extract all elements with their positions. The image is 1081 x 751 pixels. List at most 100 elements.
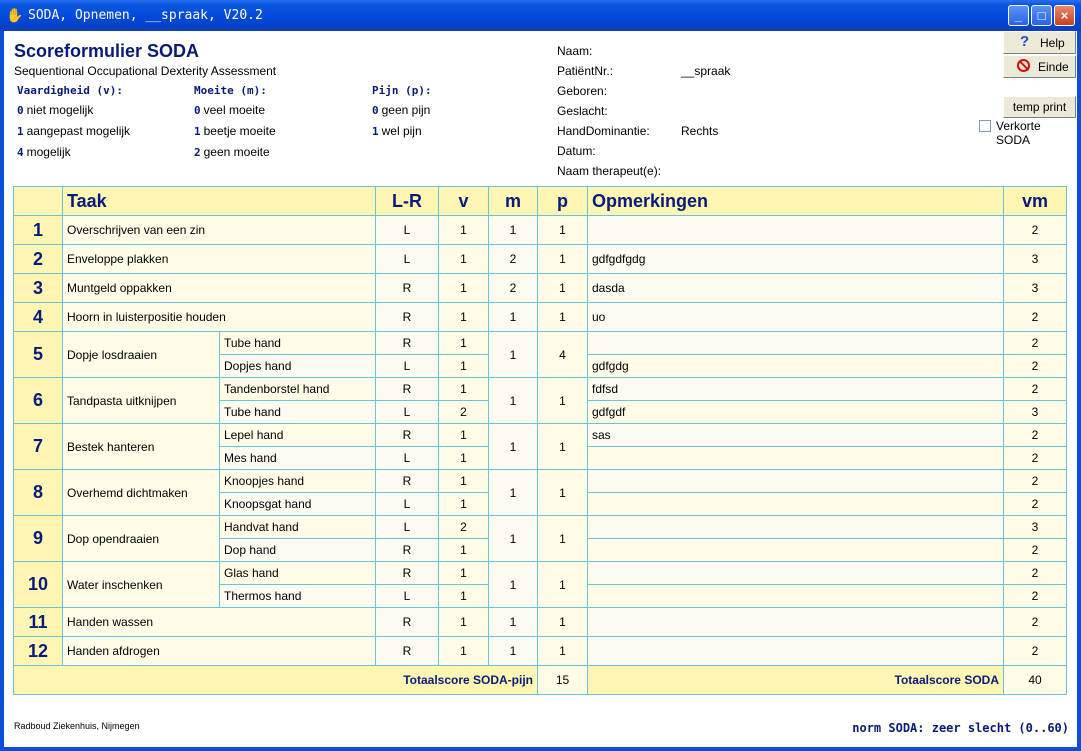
- sub-task-name: Knoopjes hand: [219, 469, 376, 493]
- lr-cell[interactable]: L: [375, 515, 439, 539]
- opmerkingen-cell[interactable]: uo: [587, 302, 1004, 332]
- m-cell[interactable]: 1: [488, 377, 538, 424]
- einde-button[interactable]: Einde: [1003, 55, 1076, 78]
- lr-cell[interactable]: L: [375, 446, 439, 470]
- table-row: 12 Handen afdrogen R 1 1 1 2: [13, 636, 1067, 666]
- v-cell[interactable]: 1: [438, 492, 489, 516]
- vm-cell: 2: [1003, 492, 1067, 516]
- m-cell[interactable]: 1: [488, 636, 538, 666]
- p-cell[interactable]: 1: [537, 469, 588, 516]
- v-cell[interactable]: 2: [438, 400, 489, 424]
- legend-v-item: 0 niet mogelijk: [17, 103, 94, 117]
- help-button[interactable]: ? Help: [1003, 31, 1076, 54]
- p-cell[interactable]: 1: [537, 377, 588, 424]
- v-cell[interactable]: 1: [438, 244, 489, 274]
- opmerkingen-cell[interactable]: [587, 331, 1004, 355]
- v-cell[interactable]: 1: [438, 377, 489, 401]
- sub-task-name: Glas hand: [219, 561, 376, 585]
- p-cell[interactable]: 1: [537, 215, 588, 245]
- v-cell[interactable]: 1: [438, 469, 489, 493]
- opmerkingen-cell[interactable]: [587, 492, 1004, 516]
- m-cell[interactable]: 1: [488, 607, 538, 637]
- lr-cell[interactable]: L: [375, 215, 439, 245]
- lr-cell[interactable]: R: [375, 273, 439, 303]
- opmerkingen-cell[interactable]: sas: [587, 423, 1004, 447]
- lr-cell[interactable]: L: [375, 354, 439, 378]
- opmerkingen-cell[interactable]: [587, 538, 1004, 562]
- task-number: 7: [13, 423, 63, 470]
- opmerkingen-cell[interactable]: gdfgdg: [587, 354, 1004, 378]
- m-cell[interactable]: 1: [488, 331, 538, 378]
- m-cell[interactable]: 1: [488, 515, 538, 562]
- v-cell[interactable]: 1: [438, 331, 489, 355]
- lr-cell[interactable]: R: [375, 538, 439, 562]
- lr-cell[interactable]: R: [375, 331, 439, 355]
- p-cell[interactable]: 4: [537, 331, 588, 378]
- lr-cell[interactable]: R: [375, 469, 439, 493]
- lr-cell[interactable]: R: [375, 423, 439, 447]
- opmerkingen-cell[interactable]: [587, 446, 1004, 470]
- table-row: 11 Handen wassen R 1 1 1 2: [13, 607, 1067, 637]
- v-cell[interactable]: 1: [438, 636, 489, 666]
- m-cell[interactable]: 2: [488, 273, 538, 303]
- lr-cell[interactable]: L: [375, 584, 439, 608]
- opmerkingen-cell[interactable]: [587, 469, 1004, 493]
- opmerkingen-cell[interactable]: [587, 607, 1004, 637]
- lr-cell[interactable]: L: [375, 400, 439, 424]
- p-cell[interactable]: 1: [537, 515, 588, 562]
- temp-print-button[interactable]: temp print: [1003, 96, 1076, 118]
- opmerkingen-cell[interactable]: [587, 215, 1004, 245]
- p-cell[interactable]: 1: [537, 273, 588, 303]
- table-row: 6 Tandpasta uitknijpen Tandenborstel hand R…: [13, 377, 1067, 424]
- task-number: 4: [13, 302, 63, 332]
- m-cell[interactable]: 2: [488, 244, 538, 274]
- close-button[interactable]: ×: [1054, 5, 1075, 26]
- hand-dominance-label: HandDominantie:: [557, 124, 650, 138]
- lr-cell[interactable]: R: [375, 561, 439, 585]
- opmerkingen-cell[interactable]: gdfgdfgdg: [587, 244, 1004, 274]
- p-cell[interactable]: 1: [537, 423, 588, 470]
- v-cell[interactable]: 1: [438, 584, 489, 608]
- lr-cell[interactable]: R: [375, 377, 439, 401]
- opmerkingen-cell[interactable]: fdfsd: [587, 377, 1004, 401]
- v-cell[interactable]: 1: [438, 607, 489, 637]
- sub-task-name: Tube hand: [219, 331, 376, 355]
- p-cell[interactable]: 1: [537, 636, 588, 666]
- lr-cell[interactable]: R: [375, 636, 439, 666]
- m-cell[interactable]: 1: [488, 423, 538, 470]
- v-cell[interactable]: 1: [438, 273, 489, 303]
- v-cell[interactable]: 1: [438, 354, 489, 378]
- verkorte-soda-checkbox[interactable]: [979, 120, 991, 132]
- legend-m-item: 1 beetje moeite: [194, 124, 276, 138]
- lr-cell[interactable]: L: [375, 244, 439, 274]
- v-cell[interactable]: 1: [438, 423, 489, 447]
- p-cell[interactable]: 1: [537, 607, 588, 637]
- opmerkingen-cell[interactable]: dasda: [587, 273, 1004, 303]
- opmerkingen-cell[interactable]: [587, 561, 1004, 585]
- v-cell[interactable]: 2: [438, 515, 489, 539]
- opmerkingen-cell[interactable]: [587, 584, 1004, 608]
- m-cell[interactable]: 1: [488, 215, 538, 245]
- legend-m-heading: Moeite (m):: [194, 84, 267, 97]
- v-cell[interactable]: 1: [438, 302, 489, 332]
- v-cell[interactable]: 1: [438, 215, 489, 245]
- opmerkingen-cell[interactable]: [587, 515, 1004, 539]
- table-row: 10 Water inschenken Glas hand R 1 1 1 2: [13, 561, 1067, 608]
- v-cell[interactable]: 1: [438, 538, 489, 562]
- vm-cell: 2: [1003, 423, 1067, 447]
- m-cell[interactable]: 1: [488, 469, 538, 516]
- lr-cell[interactable]: L: [375, 492, 439, 516]
- m-cell[interactable]: 1: [488, 561, 538, 608]
- maximize-button[interactable]: □: [1031, 5, 1052, 26]
- p-cell[interactable]: 1: [537, 561, 588, 608]
- lr-cell[interactable]: R: [375, 302, 439, 332]
- opmerkingen-cell[interactable]: gdfgdf: [587, 400, 1004, 424]
- m-cell[interactable]: 1: [488, 302, 538, 332]
- minimize-button[interactable]: _: [1008, 5, 1029, 26]
- p-cell[interactable]: 1: [537, 244, 588, 274]
- v-cell[interactable]: 1: [438, 561, 489, 585]
- p-cell[interactable]: 1: [537, 302, 588, 332]
- v-cell[interactable]: 1: [438, 446, 489, 470]
- lr-cell[interactable]: R: [375, 607, 439, 637]
- opmerkingen-cell[interactable]: [587, 636, 1004, 666]
